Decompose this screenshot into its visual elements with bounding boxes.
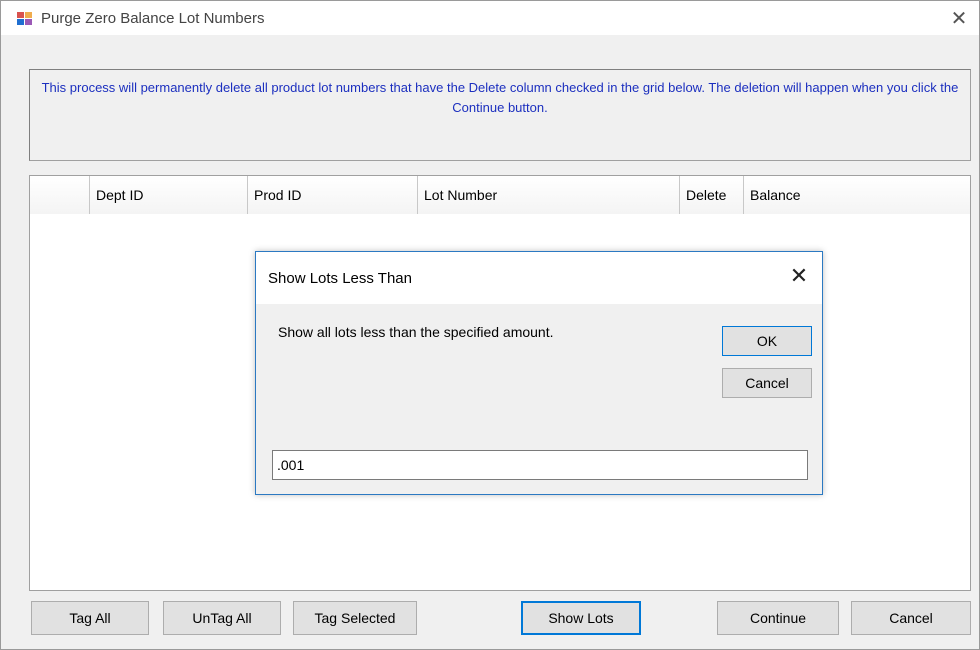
dialog-message: Show all lots less than the specified am… (278, 324, 554, 340)
info-text: This process will permanently delete all… (41, 80, 959, 115)
column-lot-number[interactable]: Lot Number (418, 176, 680, 214)
info-panel: This process will permanently delete all… (29, 69, 971, 161)
dialog-ok-button[interactable]: OK (722, 326, 812, 356)
untag-all-button[interactable]: UnTag All (163, 601, 281, 635)
grid-header: Dept ID Prod ID Lot Number Delete Balanc… (30, 176, 970, 214)
main-window: Purge Zero Balance Lot Numbers ✕ This pr… (0, 0, 980, 650)
tag-selected-button[interactable]: Tag Selected (293, 601, 417, 635)
title-bar[interactable]: Purge Zero Balance Lot Numbers ✕ (1, 1, 979, 35)
row-selector-header[interactable] (30, 176, 90, 214)
column-dept-id[interactable]: Dept ID (90, 176, 248, 214)
dialog-title: Show Lots Less Than (268, 270, 412, 287)
cancel-button[interactable]: Cancel (851, 601, 971, 635)
show-lots-dialog: Show Lots Less Than ✕ Show all lots less… (255, 251, 823, 495)
continue-button[interactable]: Continue (717, 601, 839, 635)
tag-all-button[interactable]: Tag All (31, 601, 149, 635)
show-lots-button[interactable]: Show Lots (521, 601, 641, 635)
dialog-title-bar[interactable]: Show Lots Less Than ✕ (256, 252, 822, 304)
window-title: Purge Zero Balance Lot Numbers (41, 10, 265, 27)
dialog-cancel-button[interactable]: Cancel (722, 368, 812, 398)
amount-input[interactable] (272, 450, 808, 480)
column-balance[interactable]: Balance (744, 176, 970, 214)
app-icon (17, 12, 33, 26)
column-prod-id[interactable]: Prod ID (248, 176, 418, 214)
close-icon[interactable]: ✕ (945, 5, 973, 31)
dialog-close-icon[interactable]: ✕ (786, 264, 812, 290)
column-delete[interactable]: Delete (680, 176, 744, 214)
